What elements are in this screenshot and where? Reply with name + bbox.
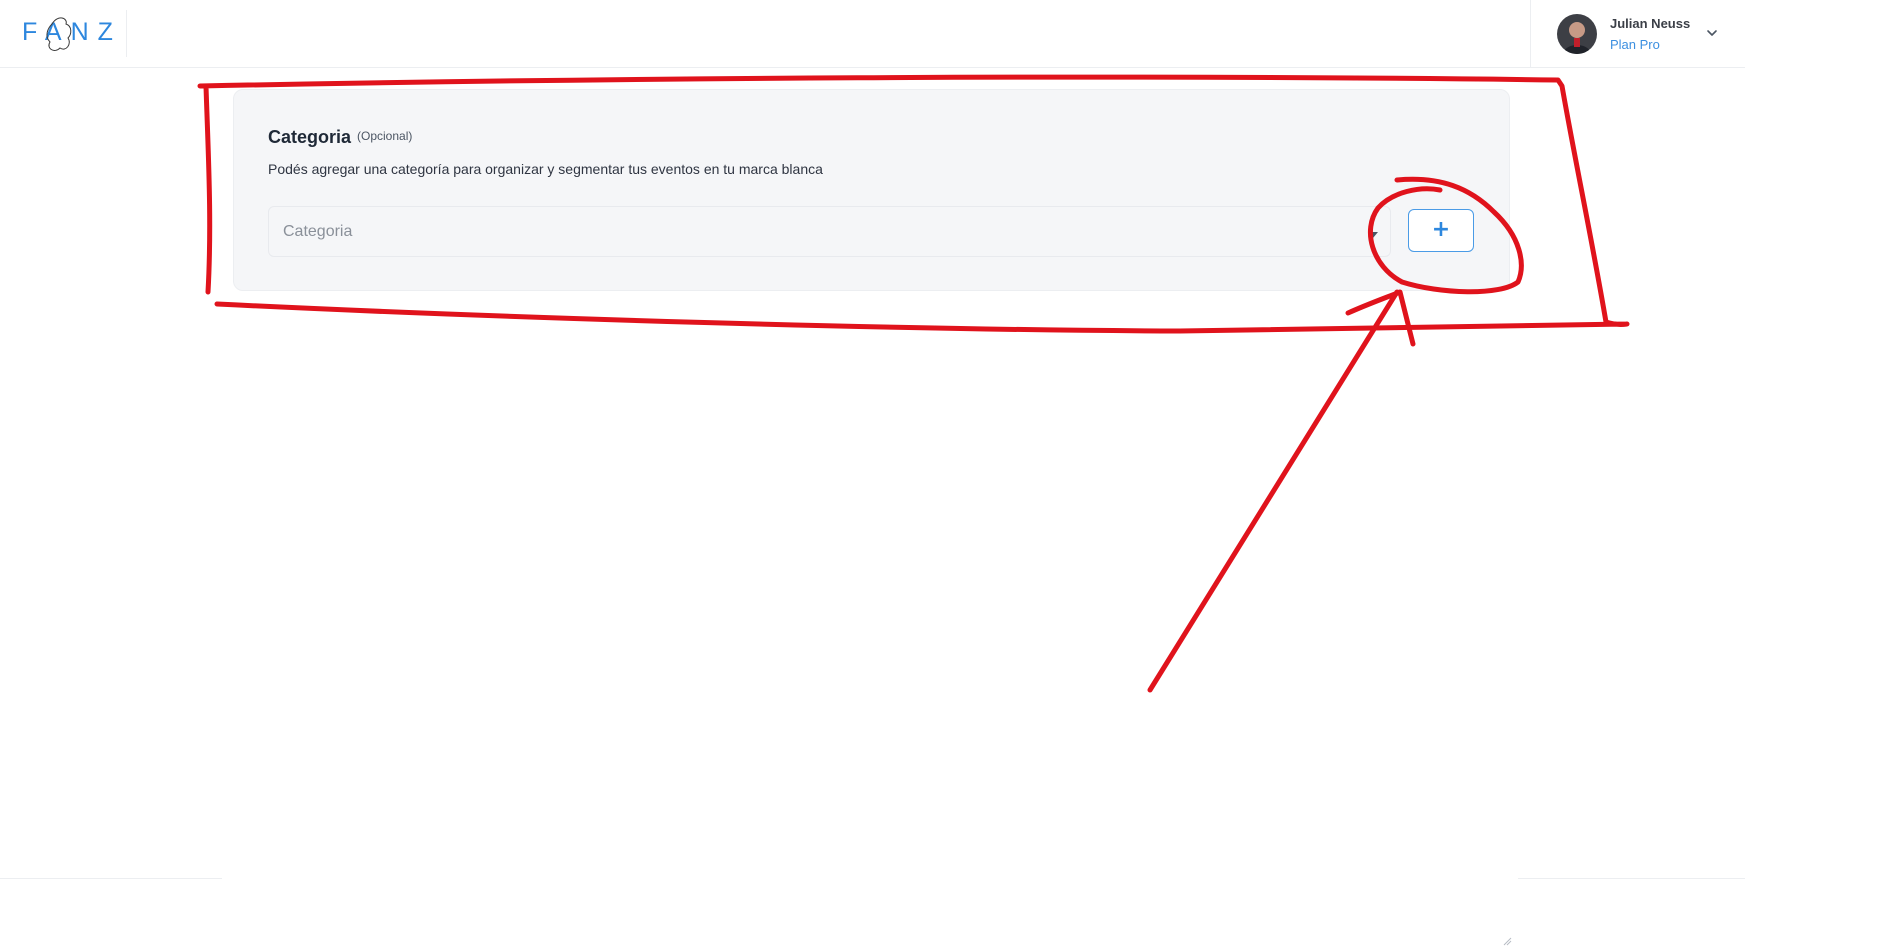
card-title: Categoria xyxy=(268,127,352,147)
avatar[interactable] xyxy=(1557,14,1597,54)
user-menu[interactable]: Julian Neuss Plan Pro xyxy=(1530,0,1746,67)
svg-text:FANZ: FANZ xyxy=(22,18,122,46)
logo-separator xyxy=(126,10,127,57)
add-category-button[interactable]: + xyxy=(1408,209,1474,252)
chevron-down-icon[interactable] xyxy=(1705,26,1719,40)
annotation-arrow-head xyxy=(1345,289,1416,347)
category-select[interactable]: Categoria xyxy=(268,206,1391,257)
optional-label: (Opcional) xyxy=(357,129,413,143)
card-description: Podés agregar una categoría para organiz… xyxy=(268,161,823,177)
user-plan: Plan Pro xyxy=(1610,37,1660,52)
top-bar: FANZ Julian Neuss Plan Pro xyxy=(0,0,1745,68)
footer-divider-right xyxy=(1518,878,1745,879)
resize-grip-icon[interactable] xyxy=(1502,933,1512,946)
fanz-logo[interactable]: FANZ xyxy=(22,10,132,54)
select-placeholder: Categoria xyxy=(283,223,353,240)
caret-down-icon[interactable] xyxy=(1367,227,1379,238)
annotation-arrow-shaft xyxy=(1147,289,1400,693)
user-name: Julian Neuss xyxy=(1610,16,1691,31)
category-card: Categoria (Opcional) Podés agregar una c… xyxy=(233,89,1510,291)
footer-divider-left xyxy=(0,878,222,879)
